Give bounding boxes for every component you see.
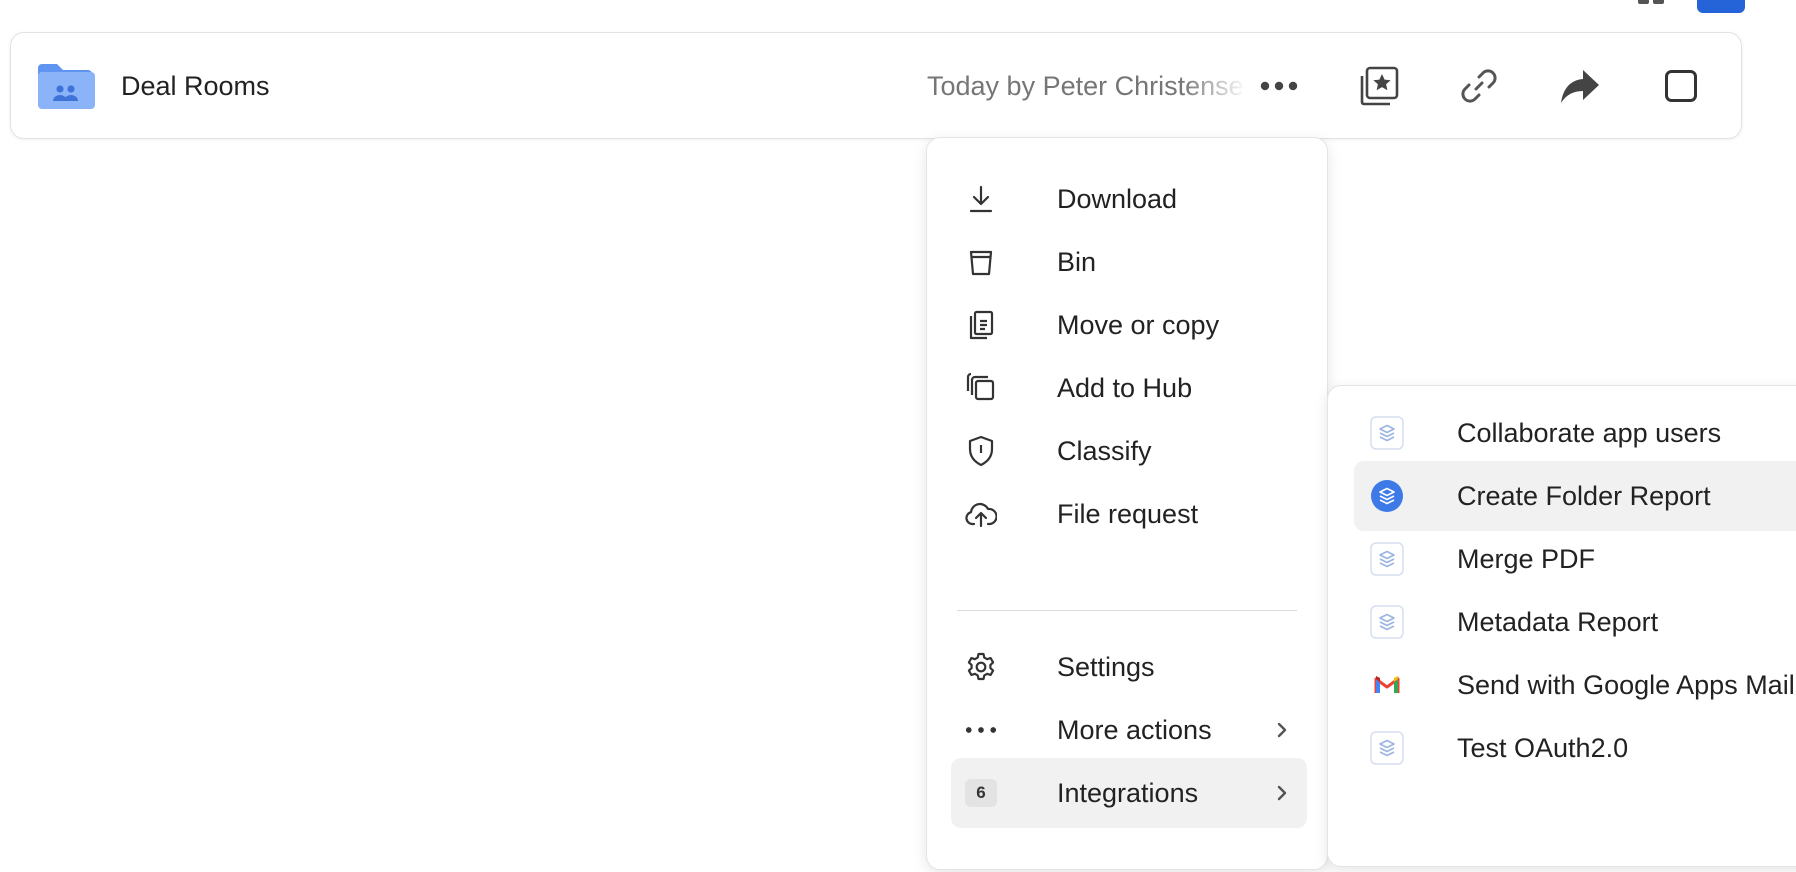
gear-icon	[965, 651, 997, 683]
submenu-item-label: Send with Google Apps Mail	[1457, 669, 1795, 700]
menu-item-file-request[interactable]: File request	[951, 479, 1307, 549]
integrations-count: 6	[965, 779, 997, 807]
menu-item-label: Move or copy	[1057, 309, 1220, 340]
download-icon	[965, 183, 997, 215]
share-button[interactable]	[1555, 61, 1605, 111]
app-layers-icon	[1370, 605, 1404, 639]
menu-divider	[957, 610, 1297, 611]
context-menu: Download Bin Move or copy Add to Hub Cla…	[926, 137, 1328, 870]
app-layers-icon	[1370, 542, 1404, 576]
count-badge: 6	[965, 777, 997, 809]
app-layers-icon	[1370, 731, 1404, 765]
menu-item-label: Bin	[1057, 246, 1097, 277]
menu-item-label: More actions	[1057, 714, 1212, 745]
menu-item-label: Download	[1057, 183, 1178, 214]
bin-icon	[965, 246, 997, 278]
submenu-item-metadata-report[interactable]: Metadata Report	[1354, 587, 1796, 657]
collection-star-icon	[1360, 66, 1399, 106]
menu-item-label: File request	[1057, 498, 1199, 529]
submenu-item-label: Merge PDF	[1457, 543, 1596, 574]
copy-link-button[interactable]	[1454, 61, 1504, 111]
hub-icon	[965, 372, 997, 404]
app-layers-icon	[1370, 479, 1404, 513]
submenu-item-send-with-google-apps-mail[interactable]: Send with Google Apps Mail	[1354, 650, 1796, 720]
chevron-right-icon	[1273, 721, 1291, 739]
checkbox-icon	[1665, 70, 1697, 102]
menu-item-move-copy[interactable]: Move or copy	[951, 290, 1307, 360]
submenu-item-test-oauth[interactable]: Test OAuth2.0	[1354, 713, 1796, 783]
integrations-submenu: Collaborate app users Create Folder Repo…	[1327, 385, 1796, 867]
submenu-item-create-folder-report[interactable]: Create Folder Report	[1354, 461, 1796, 531]
new-button[interactable]	[1697, 0, 1745, 13]
menu-item-label: Integrations	[1057, 777, 1199, 808]
file-name[interactable]: Deal Rooms	[121, 71, 270, 102]
submenu-item-label: Test OAuth2.0	[1457, 732, 1629, 763]
menu-item-classify[interactable]: Classify	[951, 416, 1307, 486]
more-options-button[interactable]	[1254, 61, 1304, 111]
cloud-upload-icon	[965, 498, 997, 530]
submenu-item-label: Create Folder Report	[1457, 480, 1711, 511]
menu-item-integrations[interactable]: 6 Integrations	[951, 758, 1307, 828]
submenu-item-label: Metadata Report	[1457, 606, 1659, 637]
submenu-item-label: Collaborate app users	[1457, 417, 1722, 448]
grid-view-button[interactable]	[1638, 0, 1664, 4]
menu-item-settings[interactable]: Settings	[951, 632, 1307, 702]
file-row[interactable]: Deal Rooms Today by Peter Christensen	[10, 32, 1742, 139]
menu-item-label: Classify	[1057, 435, 1152, 466]
menu-item-label: Settings	[1057, 651, 1155, 682]
move-copy-icon	[965, 309, 997, 341]
menu-item-add-to-hub[interactable]: Add to Hub	[951, 353, 1307, 423]
ellipsis-icon	[1260, 81, 1298, 91]
gmail-icon	[1370, 668, 1404, 702]
app-layers-icon	[1370, 416, 1404, 450]
select-checkbox[interactable]	[1656, 61, 1706, 111]
link-icon	[1461, 69, 1497, 103]
chevron-right-icon	[1273, 784, 1291, 802]
submenu-item-collaborate-app-users[interactable]: Collaborate app users	[1354, 398, 1796, 468]
ellipsis-icon	[965, 714, 997, 746]
menu-item-download[interactable]: Download	[951, 164, 1307, 234]
modified-info: Today by Peter Christensen	[927, 71, 1247, 101]
submenu-item-merge-pdf[interactable]: Merge PDF	[1354, 524, 1796, 594]
collection-button[interactable]	[1354, 61, 1404, 111]
menu-item-bin[interactable]: Bin	[951, 227, 1307, 297]
menu-item-label: Add to Hub	[1057, 372, 1193, 403]
share-arrow-icon	[1561, 70, 1599, 103]
shared-folder-icon	[38, 64, 95, 109]
menu-item-more-actions[interactable]: More actions	[951, 695, 1307, 765]
shield-icon	[965, 435, 997, 467]
